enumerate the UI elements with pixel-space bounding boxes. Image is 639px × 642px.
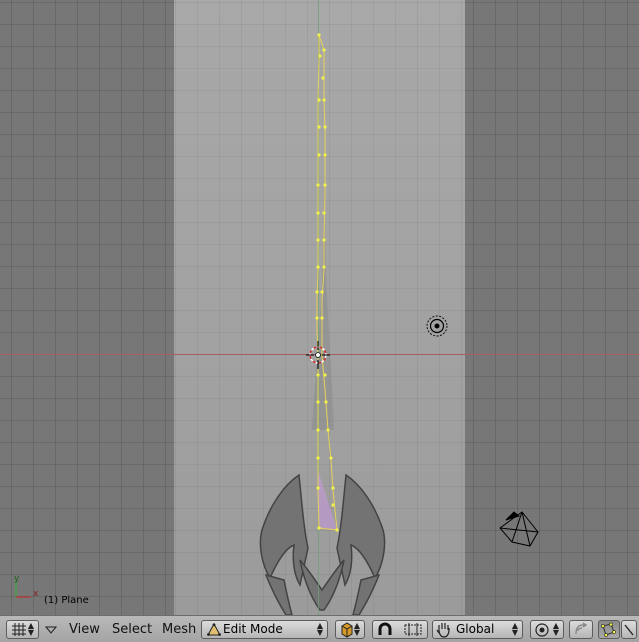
active-object-label: (1) Plane xyxy=(44,595,89,606)
proportional-edit-button[interactable]: ▲ ▼ xyxy=(530,620,564,639)
3d-viewport[interactable]: y x (1) Plane xyxy=(0,0,639,615)
axis-x-label: x xyxy=(33,589,39,599)
camera-icon[interactable] xyxy=(499,511,539,547)
lamp-icon[interactable] xyxy=(426,315,448,337)
edit-mode-icon xyxy=(207,623,221,636)
orientation-select[interactable]: Global ▲ ▼ xyxy=(432,620,523,639)
orientation-select-arrows-icon: ▲ ▼ xyxy=(511,621,518,637)
3d-cursor-icon[interactable] xyxy=(306,341,330,369)
edge-select-button[interactable] xyxy=(621,620,637,639)
orientation-select-label: Global xyxy=(456,622,495,636)
hand-transform-icon xyxy=(436,623,450,638)
draw-type-button[interactable]: ▲ ▼ xyxy=(335,620,365,639)
grid-editor-icon xyxy=(12,623,26,636)
mesh-edges xyxy=(316,34,338,531)
vertex-select-button[interactable] xyxy=(598,620,620,639)
view3d-header: ▲ ▼ View Select Mesh Edit Mode ▲ ▼ ▲ ▼ G… xyxy=(0,615,639,642)
mode-select-label: Edit Mode xyxy=(223,622,283,636)
editor-type-arrows-icon: ▲ ▼ xyxy=(27,621,34,637)
mesh-overlay[interactable] xyxy=(0,0,639,615)
proportional-edit-icon xyxy=(535,623,549,637)
select-menu[interactable]: Select xyxy=(112,621,152,638)
vertex-select-icon xyxy=(601,622,616,637)
proportional-edit-arrows-icon: ▲ ▼ xyxy=(552,621,559,637)
layer-lock-icon xyxy=(404,623,422,636)
edge-select-icon xyxy=(624,624,634,636)
editor-type-button[interactable]: ▲ ▼ xyxy=(6,620,39,639)
mode-select[interactable]: Edit Mode ▲ ▼ xyxy=(201,620,328,639)
mesh-vertices xyxy=(315,33,339,532)
mode-select-arrows-icon: ▲ ▼ xyxy=(316,621,323,637)
solid-draw-icon xyxy=(341,622,353,638)
draw-type-arrows-icon: ▲ ▼ xyxy=(353,621,360,637)
mesh-menu[interactable]: Mesh xyxy=(162,621,196,638)
snap-toggle[interactable] xyxy=(569,620,593,639)
view-menu[interactable]: View xyxy=(69,621,100,638)
pivot-toggle[interactable] xyxy=(372,620,428,639)
menu-collapse-icon[interactable] xyxy=(45,625,57,635)
axis-y-label: y xyxy=(14,574,20,584)
magnet-icon xyxy=(378,622,392,635)
snap-icon xyxy=(575,622,588,635)
